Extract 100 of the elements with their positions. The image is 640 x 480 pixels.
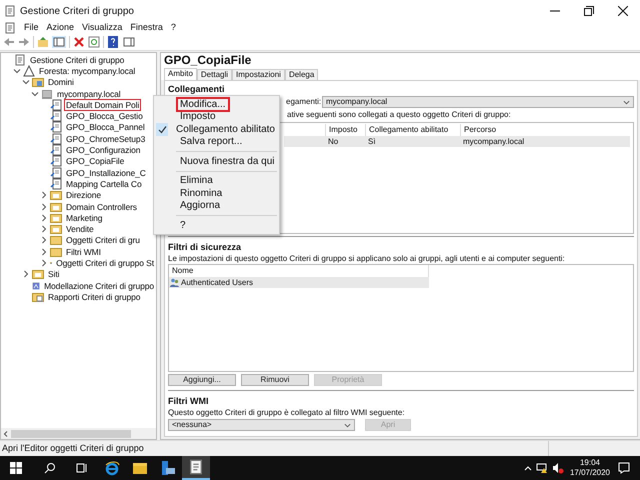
description-text: ative seguenti sono collegati a questo oggetto Criteri di gruppo: bbox=[287, 109, 512, 121]
scroll-icon bbox=[4, 22, 16, 34]
users-icon bbox=[170, 278, 179, 287]
table-cell-text: mycompany.local bbox=[462, 136, 526, 148]
triangle-icon bbox=[23, 64, 35, 77]
menu-item[interactable]: ? bbox=[176, 218, 190, 233]
document-icon bbox=[50, 121, 62, 134]
folder-icon bbox=[50, 234, 62, 246]
status-text: Apri l'Editor oggetti Criteri di gruppo bbox=[1, 442, 145, 455]
tab[interactable]: Impostazioni bbox=[232, 69, 285, 80]
tab[interactable]: Dettagli bbox=[196, 69, 232, 80]
tab[interactable]: Delega bbox=[284, 69, 318, 80]
close-icon[interactable] bbox=[618, 6, 628, 16]
tree-item[interactable]: GPO_Blocca_Pannel bbox=[64, 121, 147, 134]
menu-item[interactable]: Imposto bbox=[176, 109, 220, 124]
section-heading: Collegamenti bbox=[168, 83, 226, 95]
tree-item[interactable]: GPO_Blocca_Gestio bbox=[64, 110, 145, 122]
tree-item[interactable]: Gestione Criteri di gruppo bbox=[28, 54, 126, 66]
notification-icon[interactable] bbox=[618, 462, 630, 474]
document-icon bbox=[50, 110, 62, 122]
menu-bar-item[interactable]: Finestra bbox=[130, 21, 163, 35]
location-dropdown[interactable]: mycompany.local bbox=[322, 96, 634, 108]
server-icon bbox=[41, 88, 53, 100]
folder-up-icon[interactable] bbox=[37, 36, 49, 48]
folder-icon bbox=[32, 268, 44, 280]
button[interactable]: Aggiungi... bbox=[168, 374, 236, 386]
refresh-icon[interactable] bbox=[88, 36, 100, 48]
tree-item[interactable]: Default Domain Poli bbox=[64, 98, 142, 111]
task-view-icon[interactable] bbox=[76, 462, 88, 474]
folder-icon[interactable] bbox=[132, 460, 148, 476]
tree-item[interactable]: Marketing bbox=[64, 212, 104, 224]
chevron-down-icon bbox=[623, 98, 630, 106]
tree-item[interactable]: Vendite bbox=[64, 223, 96, 236]
document-icon bbox=[50, 132, 62, 145]
tree-item[interactable]: mycompany.local bbox=[55, 88, 123, 100]
speaker-muted-icon[interactable] bbox=[552, 462, 564, 474]
horizontal-scrollbar[interactable] bbox=[1, 428, 156, 439]
folder-icon bbox=[50, 212, 62, 224]
search-icon[interactable] bbox=[44, 462, 56, 474]
windows-icon[interactable] bbox=[10, 462, 22, 474]
back-icon[interactable] bbox=[3, 36, 15, 48]
tree-item[interactable]: GPO_ChromeSetup3 bbox=[64, 132, 148, 145]
menu-bar-item[interactable]: Azione bbox=[46, 21, 74, 35]
tree-item[interactable]: Siti bbox=[46, 268, 62, 280]
menu-item[interactable]: Nuova finestra da qui bbox=[176, 154, 279, 169]
table-row[interactable]: Authenticated Users bbox=[169, 277, 429, 288]
tree-item[interactable]: Oggetti Criteri di gru bbox=[64, 234, 142, 246]
maximize-icon[interactable] bbox=[584, 6, 594, 16]
document-icon bbox=[50, 178, 62, 190]
tree-item[interactable]: GPO_Configurazion bbox=[64, 144, 142, 156]
table-cell: Authenticated Users bbox=[181, 276, 254, 288]
tree-item[interactable]: Modellazione Criteri di gruppo bbox=[42, 280, 156, 292]
menu-item[interactable]: Elimina bbox=[176, 173, 217, 188]
browser-icon[interactable] bbox=[104, 460, 120, 476]
tree-item[interactable]: Domain Controllers bbox=[64, 200, 139, 213]
delete-icon[interactable] bbox=[73, 36, 85, 48]
menu-bar-item[interactable]: ? bbox=[170, 21, 176, 35]
description-text: Le impostazioni di questo oggetto Criteri di gruppo si applicano solo ai gruppi, agli utenti e ai computer seguenti: bbox=[168, 253, 566, 264]
menu-item[interactable]: Modifica... bbox=[176, 96, 230, 112]
tab[interactable]: Ambito bbox=[164, 68, 197, 80]
tree-item[interactable]: GPO_CopiaFile bbox=[64, 155, 126, 168]
folder-icon bbox=[50, 223, 62, 236]
menu-item[interactable]: Rinomina bbox=[176, 186, 226, 201]
tree-item[interactable]: Direzione bbox=[64, 189, 104, 202]
menu-item[interactable]: Aggiorna bbox=[176, 198, 224, 214]
folder-icon bbox=[50, 189, 62, 202]
tree-item[interactable]: Filtri WMI bbox=[64, 246, 103, 258]
server-icon[interactable] bbox=[160, 460, 176, 476]
scroll-icon bbox=[188, 459, 204, 475]
action-pane-icon[interactable] bbox=[122, 36, 136, 48]
console-tree-icon[interactable] bbox=[52, 36, 66, 48]
tree-item[interactable]: Foresta: mycompany.local bbox=[37, 64, 138, 77]
wmi-filter-dropdown[interactable]: <nessuna> bbox=[168, 419, 355, 431]
section-heading: Filtri di sicurezza bbox=[168, 241, 242, 253]
forward-icon[interactable] bbox=[18, 36, 30, 48]
chart-icon bbox=[32, 280, 40, 292]
tree-item[interactable]: Rapporti Criteri di gruppo bbox=[46, 290, 142, 303]
field-label: egamenti: bbox=[286, 96, 322, 108]
tree-item[interactable]: Mapping Cartella Co bbox=[64, 178, 144, 190]
clock-date: 17/07/2020 bbox=[570, 468, 610, 478]
menu-bar-item[interactable]: File bbox=[24, 21, 39, 35]
menu-item[interactable]: Salva report... bbox=[176, 134, 246, 150]
tree-item[interactable]: GPO_Installazione_C bbox=[64, 166, 148, 179]
network-warning-icon[interactable] bbox=[536, 462, 548, 474]
chevron-left-icon[interactable] bbox=[3, 430, 9, 436]
menu-item[interactable]: Collegamento abilitato bbox=[172, 122, 279, 137]
menu-bar-item[interactable]: Visualizza bbox=[82, 21, 122, 35]
description-text: Questo oggetto Criteri di gruppo è collegato al filtro WMI seguente: bbox=[168, 407, 406, 418]
chevron-right-icon[interactable] bbox=[22, 270, 30, 278]
help-icon[interactable] bbox=[107, 36, 119, 48]
button[interactable]: Rimuovi bbox=[241, 374, 309, 386]
tree-item[interactable]: Oggetti Criteri di gruppo St bbox=[54, 257, 156, 269]
chevron-up-icon[interactable] bbox=[524, 464, 532, 472]
document-icon bbox=[50, 166, 62, 179]
table-cell-text: No bbox=[327, 136, 340, 148]
document-icon bbox=[50, 144, 62, 156]
folder-icon bbox=[32, 76, 44, 88]
tree-item[interactable]: Domini bbox=[46, 76, 76, 88]
clock-time: 19:04 bbox=[580, 458, 600, 468]
chevron-down-icon bbox=[344, 422, 351, 428]
